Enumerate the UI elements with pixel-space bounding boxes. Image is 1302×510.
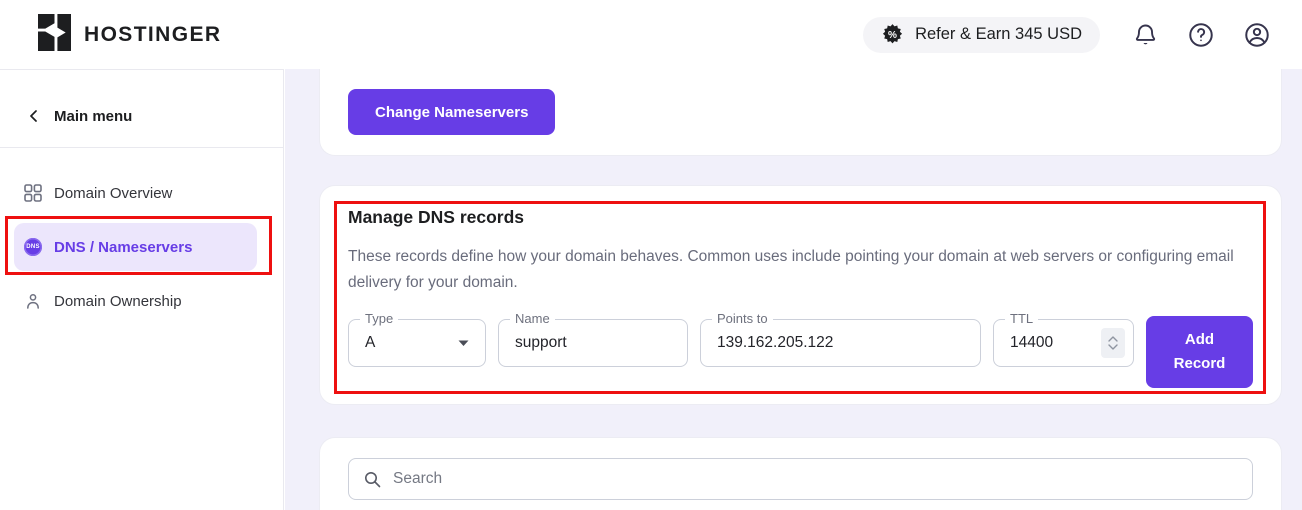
section-title: Manage DNS records [348, 207, 524, 228]
record-points-to-field: Points to [700, 319, 981, 367]
sidebar-divider [0, 147, 283, 148]
back-label: Main menu [54, 108, 132, 125]
brand-name: HOSTINGER [84, 23, 221, 47]
page: HOSTINGER % Refer & Earn 345 USD [0, 0, 1302, 510]
back-to-main-menu[interactable]: Main menu [0, 97, 283, 135]
chevron-up-icon [1108, 336, 1118, 342]
content-area: Change Nameservers Manage DNS records Th… [285, 69, 1302, 510]
record-ttl-input[interactable] [1010, 334, 1074, 352]
search-input[interactable] [393, 470, 1238, 488]
record-name-field: Name [498, 319, 688, 367]
chevron-down-icon [1108, 344, 1118, 350]
points-to-field-label: Points to [712, 311, 773, 326]
records-search-card [319, 437, 1282, 510]
bell-icon [1132, 21, 1159, 48]
change-nameservers-button[interactable]: Change Nameservers [348, 89, 555, 135]
record-type-select[interactable]: Type A [348, 319, 486, 367]
help-button[interactable] [1186, 20, 1216, 50]
app-header: HOSTINGER % Refer & Earn 345 USD [0, 0, 1302, 69]
manage-dns-card: Manage DNS records These records define … [319, 185, 1282, 405]
sidebar-item-label: Domain Overview [54, 185, 172, 202]
record-points-to-input[interactable] [717, 334, 964, 352]
add-record-button[interactable]: Add Record [1146, 316, 1253, 388]
sidebar-item-label: Domain Ownership [54, 293, 182, 310]
dns-globe-icon: DNS [24, 238, 42, 256]
refer-earn-button[interactable]: % Refer & Earn 345 USD [863, 17, 1100, 53]
record-ttl-field: TTL [993, 319, 1134, 367]
sidebar-item-domain-ownership[interactable]: Domain Ownership [0, 277, 283, 325]
section-description: These records define how your domain beh… [348, 244, 1243, 296]
type-selected-value: A [365, 334, 375, 352]
help-icon [1187, 21, 1215, 49]
sidebar-item-domain-overview[interactable]: Domain Overview [0, 169, 283, 217]
nameservers-card: Change Nameservers [319, 69, 1282, 156]
sidebar: Main menu Domain Overview DNS DNS / Name… [0, 69, 284, 510]
profile-icon [1243, 21, 1271, 49]
hostinger-logo-mark-icon [38, 14, 71, 56]
person-icon [24, 292, 42, 310]
account-button[interactable] [1242, 20, 1272, 50]
name-field-label: Name [510, 311, 555, 326]
search-field [348, 458, 1253, 500]
record-name-input[interactable] [515, 334, 671, 352]
refer-earn-label: Refer & Earn 345 USD [915, 25, 1082, 44]
chevron-left-icon [28, 110, 40, 122]
svg-text:%: % [888, 30, 897, 41]
hostinger-logo[interactable]: HOSTINGER [38, 14, 221, 56]
notifications-button[interactable] [1130, 20, 1160, 50]
percent-badge-icon: % [881, 23, 904, 46]
header-actions: % Refer & Earn 345 USD [863, 17, 1272, 53]
add-record-form: Type A Name Points to TTL [348, 319, 1253, 388]
caret-down-icon [458, 340, 469, 347]
sidebar-item-dns-nameservers[interactable]: DNS DNS / Nameservers [14, 223, 257, 271]
ttl-field-label: TTL [1005, 311, 1038, 326]
sidebar-item-label: DNS / Nameservers [54, 239, 192, 256]
search-icon [363, 470, 382, 489]
ttl-stepper[interactable] [1101, 328, 1125, 358]
grid-icon [24, 184, 42, 202]
type-field-label: Type [360, 311, 398, 326]
